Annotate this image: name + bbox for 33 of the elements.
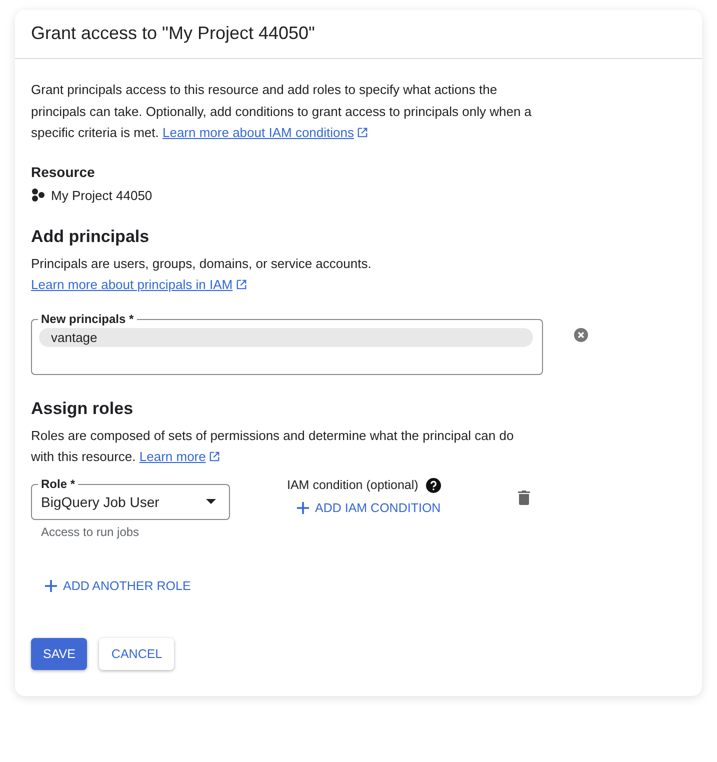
external-link-icon xyxy=(236,279,247,290)
plus-icon xyxy=(297,502,309,514)
role-value: BigQuery Job User xyxy=(41,494,160,510)
principals-text: Principals are users, groups, domains, or service accounts. Learn more about principals in IAM xyxy=(31,254,372,294)
external-link-icon xyxy=(356,127,368,138)
section-heading: Resource xyxy=(31,164,96,180)
condition-label: IAM condition (optional) xyxy=(287,478,418,492)
add-condition-button[interactable]: ADD IAM CONDITION xyxy=(297,496,441,518)
field-label: Role * xyxy=(38,476,78,490)
resource-name: My Project 44050 xyxy=(51,188,152,202)
learn-more-link[interactable]: Learn more xyxy=(139,449,206,464)
dropdown-icon xyxy=(206,499,216,504)
principals-field[interactable]: New principals * vantage xyxy=(31,310,543,374)
help-icon[interactable] xyxy=(426,478,442,492)
add-role-button[interactable]: ADD ANOTHER ROLE xyxy=(45,574,191,596)
dialog-title: Grant access to "My Project 44050" xyxy=(31,22,316,45)
learn-more-link[interactable]: Learn more about principals in IAM xyxy=(31,277,233,292)
remove-icon[interactable] xyxy=(574,328,588,342)
delete-icon[interactable] xyxy=(518,490,530,504)
section-heading: Assign roles xyxy=(31,398,134,418)
external-link-icon xyxy=(208,451,220,462)
save-button[interactable]: SAVE xyxy=(31,638,88,670)
principal-chip[interactable]: vantage xyxy=(39,328,533,346)
cancel-button[interactable]: CANCEL xyxy=(99,638,174,670)
intro-text: Grant principals access to this resource and add roles to specify what actions the principals can take. Optionally, add conditions to grant access to principals only when a specific criteria is met. Learn more about IAM conditions xyxy=(31,81,533,142)
role-hint: Access to run jobs xyxy=(41,524,140,538)
plus-icon xyxy=(45,580,57,592)
roles-text: Roles are composed of sets of permissions and determine what the principal can do with this resource. Learn more xyxy=(31,426,515,466)
field-label: New principals * xyxy=(38,312,137,326)
project-icon xyxy=(31,188,45,202)
learn-more-link[interactable]: Learn more about IAM conditions xyxy=(162,125,354,140)
role-select[interactable]: Role * BigQuery Job User xyxy=(31,476,230,520)
section-heading: Add principals xyxy=(31,226,150,246)
